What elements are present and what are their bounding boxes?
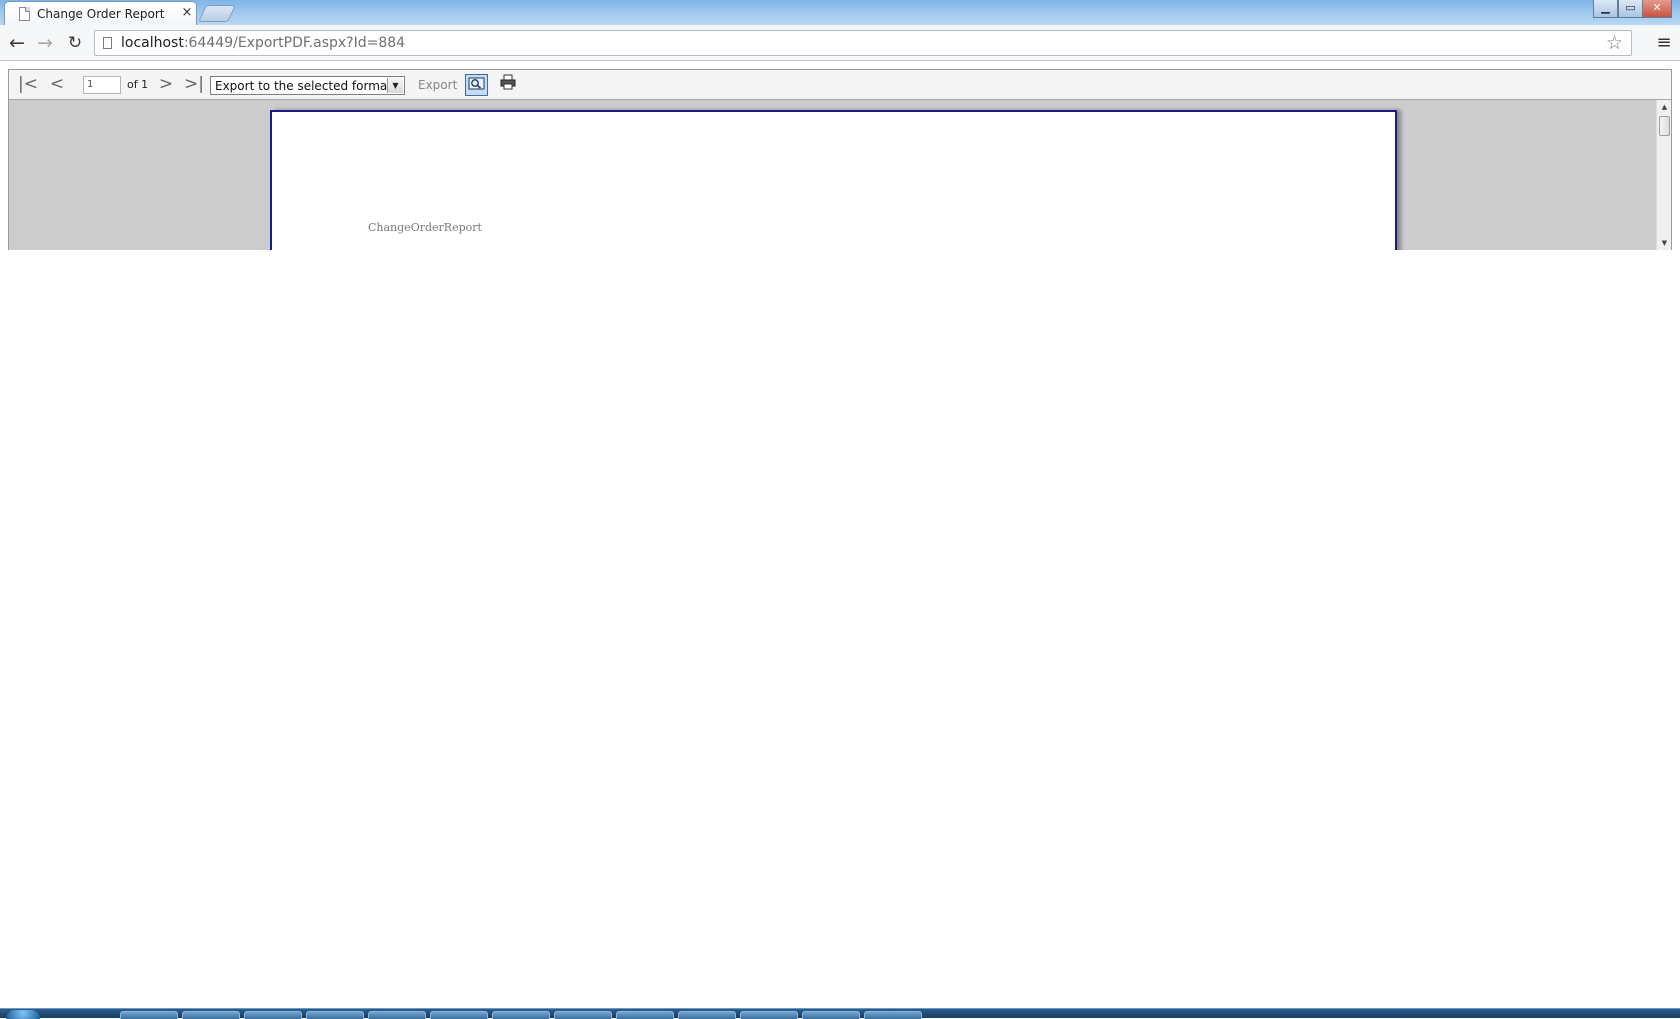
url-host: localhost [121,35,184,51]
close-window-button[interactable]: ✕ [1642,0,1672,18]
scroll-down-icon[interactable]: ▼ [1657,236,1672,250]
tab-strip: Change Order Report × ▁ ▭ ✕ [0,0,1680,26]
report-page-area: ChangeOrderReport [9,100,1657,250]
new-tab-button[interactable] [198,5,236,22]
print-icon[interactable] [497,74,519,96]
forward-button[interactable]: → [33,31,57,55]
tab-close-icon[interactable]: × [180,5,194,21]
search-icon[interactable] [465,74,488,96]
vertical-scrollbar[interactable]: ▲ ▼ [1656,100,1671,250]
scrollbar-thumb[interactable] [1659,116,1670,136]
report-page: ChangeOrderReport [270,110,1397,250]
report-viewer: |< < 1 of 1 > >| Export to the selected … [8,69,1672,250]
last-page-button[interactable]: >| [183,73,205,95]
minimize-button[interactable]: ▁ [1593,0,1618,18]
export-format-value: Export to the selected format [215,79,392,93]
navigation-bar: ← → ↻ localhost:64449/ExportPDF.aspx?Id=… [0,25,1680,61]
page-count-label: of 1 [127,78,149,91]
address-bar[interactable]: localhost:64449/ExportPDF.aspx?Id=884 ☆ [94,30,1632,56]
next-page-button[interactable]: > [155,73,177,95]
bookmark-star-icon[interactable]: ☆ [1606,32,1623,54]
first-page-button[interactable]: |< [17,73,39,95]
export-format-select[interactable]: Export to the selected format ▼ [210,76,405,95]
url-path: :64449/ExportPDF.aspx?Id=884 [183,35,406,51]
menu-icon[interactable]: ≡ [1654,30,1674,56]
export-link[interactable]: Export [418,78,457,92]
url-text[interactable]: localhost:64449/ExportPDF.aspx?Id=884 [121,35,405,51]
print-icon-glyph [500,74,516,90]
report-toolbar: |< < 1 of 1 > >| Export to the selected … [9,70,1671,100]
previous-page-button[interactable]: < [46,73,68,95]
page-icon [19,7,30,21]
back-button[interactable]: ← [5,31,29,55]
browser-tab[interactable]: Change Order Report × [4,1,197,26]
chevron-down-icon[interactable]: ▼ [387,78,403,93]
page-icon [103,37,112,49]
search-icon-glyph [468,77,485,90]
report-title: ChangeOrderReport [368,221,482,234]
tab-title: Change Order Report [37,7,165,21]
scroll-up-icon[interactable]: ▲ [1657,100,1672,114]
current-page-input[interactable]: 1 [83,76,121,94]
maximize-button[interactable]: ▭ [1618,0,1643,18]
reload-button[interactable]: ↻ [63,31,87,55]
taskbar [0,1008,1680,1019]
